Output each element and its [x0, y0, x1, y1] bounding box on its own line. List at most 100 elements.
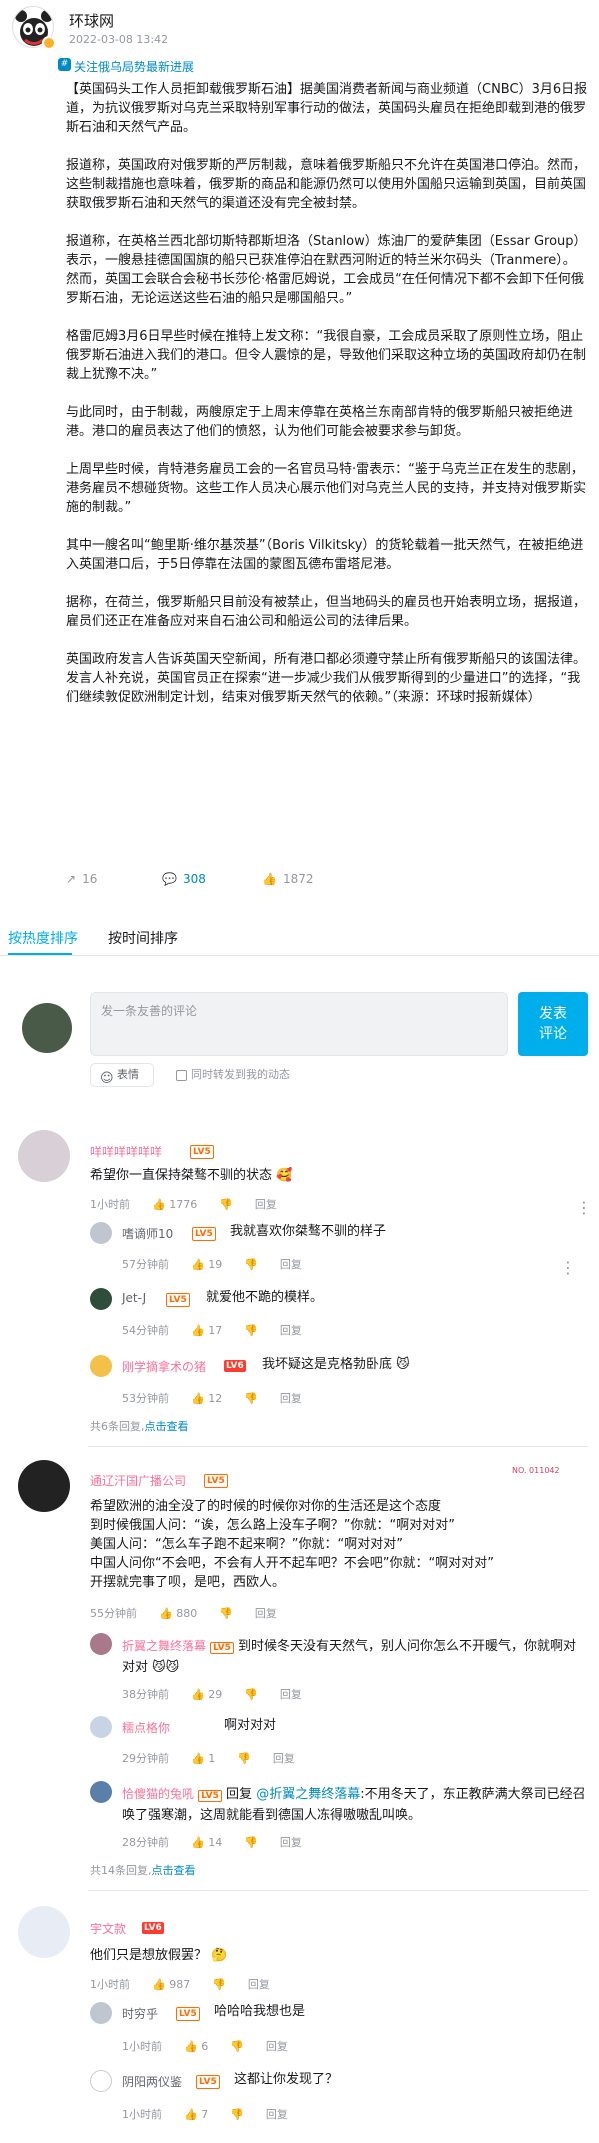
like-button[interactable]: 👍 7 — [184, 2108, 208, 2121]
like-button[interactable]: 👍 12 — [191, 1392, 222, 1405]
reply-text: 折翼之舞终落幕 LV5 到时候冬天没有天然气，别人问你怎么不开暖气，你就啊对对对… — [122, 1636, 588, 1678]
reply-button[interactable]: 回复 — [280, 1836, 302, 1849]
reply-time: 1小时前 — [122, 2108, 162, 2121]
dislike-icon[interactable]: 👎 — [230, 2040, 244, 2053]
reply-avatar[interactable] — [90, 1781, 112, 1803]
like-button[interactable]: 👍 6 — [184, 2040, 208, 2053]
sync-checkbox[interactable] — [176, 1069, 187, 1081]
reply-button[interactable]: 回复 — [280, 1324, 302, 1337]
dislike-icon[interactable]: 👎 — [230, 2108, 244, 2121]
topic-link[interactable]: 关注俄乌局势最新进展 — [74, 58, 194, 75]
reply-button[interactable]: 回复 — [266, 2040, 288, 2053]
mention-link[interactable]: @折翼之舞终落幕 — [256, 1787, 360, 1802]
comment-username[interactable]: 咩咩咩咩咩咩 — [90, 1143, 162, 1160]
like-button[interactable]: 👍 987 — [152, 1978, 190, 1991]
view-replies-link[interactable]: 点击查看 — [145, 1420, 189, 1433]
reply-button[interactable]: 回复 — [266, 2108, 288, 2121]
like-button[interactable]: 👍 1872 — [262, 872, 314, 886]
tab-sort-time[interactable]: 按时间排序 — [108, 928, 178, 948]
comment-meta: 55分钟前 👍 880 👎 回复 — [90, 1605, 299, 1621]
reply-avatar[interactable] — [90, 2002, 112, 2024]
reply-button[interactable]: 回复 — [280, 1688, 302, 1701]
like-count: 1 — [208, 1752, 216, 1765]
like-button[interactable]: 👍 1776 — [152, 1198, 197, 1211]
level-badge: LV5 — [196, 2075, 220, 2089]
like-button[interactable]: 👍 14 — [191, 1836, 222, 1849]
dislike-icon[interactable]: 👎 — [244, 1324, 258, 1337]
topic-icon: # — [58, 58, 71, 71]
comment-avatar[interactable] — [18, 1130, 70, 1182]
reply-username[interactable]: 折翼之舞终落幕 — [122, 1639, 206, 1653]
reply-meta: 57分钟前 👍 19 👎 回复 — [122, 1256, 324, 1272]
submit-comment-button[interactable]: 发表评论 — [518, 992, 588, 1056]
dislike-icon[interactable]: 👎 — [244, 1836, 258, 1849]
like-count: 12 — [208, 1392, 223, 1405]
dislike-icon[interactable]: 👎 — [244, 1688, 258, 1701]
like-count: 6 — [201, 2040, 209, 2053]
like-count: 1872 — [282, 872, 314, 886]
reply-text: 就爱他不跪的模样。 — [206, 1290, 324, 1305]
reply-count: 共14条回复, — [90, 1864, 152, 1877]
reply-avatar[interactable] — [90, 1355, 112, 1377]
reply-button[interactable]: 回复 — [273, 1752, 295, 1765]
comment-username[interactable]: 通辽汗国广播公司 — [90, 1472, 186, 1489]
reply-button[interactable]: 回复 — [255, 1198, 277, 1211]
reply-username[interactable]: 恰傻猫的兔吼 — [122, 1787, 194, 1801]
reply-meta: 38分钟前 👍 29 👎 回复 — [122, 1686, 324, 1702]
reply-avatar[interactable] — [90, 1288, 112, 1310]
dislike-icon[interactable]: 👎 — [244, 1392, 258, 1405]
sync-option[interactable]: 同时转发到我的动态 — [176, 1064, 290, 1086]
reply-avatar[interactable] — [90, 1633, 112, 1655]
comment-avatar[interactable] — [18, 1906, 70, 1958]
comment-input[interactable]: 发一条友善的评论 — [90, 992, 508, 1056]
level-badge: LV5 — [204, 1474, 228, 1488]
like-count: 987 — [169, 1978, 191, 1991]
view-more-replies: 共14条回复,点击查看 — [90, 1862, 218, 1878]
reply-button[interactable]: 回复 — [248, 1978, 270, 1991]
emoji-button[interactable]: ☺ 表情 — [90, 1063, 154, 1087]
level-badge: LV5 — [166, 1293, 190, 1307]
level-badge: LV5 — [192, 1227, 216, 1241]
more-options-icon[interactable]: ⋮ — [576, 1198, 592, 1217]
more-options-icon[interactable]: ⋮ — [560, 1258, 576, 1277]
dislike-icon[interactable]: 👎 — [219, 1198, 233, 1211]
reply-avatar[interactable] — [90, 1222, 112, 1244]
reply-username[interactable]: 糯点格你 — [122, 1719, 170, 1736]
author-name[interactable]: 环球网 — [69, 10, 114, 31]
comment-button[interactable]: 💬 308 — [162, 872, 206, 886]
view-replies-link[interactable]: 点击查看 — [152, 1864, 196, 1877]
emoji-label: 表情 — [117, 1068, 139, 1081]
comment-avatar[interactable] — [18, 1460, 70, 1512]
comment-username[interactable]: 宇文款 — [90, 1920, 126, 1937]
reply-username[interactable]: 嗜谪师10 — [122, 1225, 173, 1242]
dislike-icon[interactable]: 👎 — [219, 1607, 233, 1620]
like-button[interactable]: 👍 19 — [191, 1258, 222, 1271]
reply-meta: 29分钟前 👍 1 👎 回复 — [122, 1750, 317, 1766]
reply-avatar[interactable] — [90, 1716, 112, 1738]
dislike-icon[interactable]: 👎 — [212, 1978, 226, 1991]
like-button[interactable]: 👍 29 — [191, 1688, 222, 1701]
article-paragraph: 上周早些时候，肯特港务雇员工会的一名官员马特·雷表示：“鉴于乌克兰正在发生的悲剧… — [66, 462, 587, 515]
reply-username[interactable]: 阴阳两仪鉴 — [122, 2073, 182, 2090]
like-button[interactable]: 👍 1 — [191, 1752, 215, 1765]
smile-icon: ☺ — [100, 1071, 114, 1086]
reply-button[interactable]: 回复 — [280, 1258, 302, 1271]
reply-button[interactable]: 回复 — [255, 1607, 277, 1620]
forward-button[interactable]: ↗ 16 — [66, 872, 97, 886]
dislike-icon[interactable]: 👎 — [237, 1752, 251, 1765]
reply-time: 54分钟前 — [122, 1324, 169, 1337]
dislike-icon[interactable]: 👎 — [244, 1258, 258, 1271]
reply-username[interactable]: Jet-J — [122, 1291, 146, 1305]
reply-username[interactable]: 时穷乎 — [122, 2005, 158, 2022]
comment-text: 希望欧洲的油全没了的时候的时候你对你的生活还是这个态度 到时候俄国人问：“诶，怎… — [90, 1497, 590, 1592]
tab-sort-hot[interactable]: 按热度排序 — [8, 928, 78, 948]
like-button[interactable]: 👍 880 — [159, 1607, 197, 1620]
level-badge: LV6 — [142, 1922, 164, 1934]
sync-label: 同时转发到我的动态 — [191, 1068, 290, 1081]
thumbs-up-icon: 👍 — [262, 872, 277, 886]
reply-avatar[interactable] — [90, 2070, 112, 2092]
like-button[interactable]: 👍 17 — [191, 1324, 222, 1337]
reply-button[interactable]: 回复 — [280, 1392, 302, 1405]
reply-prefix: 回复 — [226, 1787, 253, 1802]
reply-username[interactable]: 刚学摘拿术の猪 — [122, 1358, 206, 1375]
